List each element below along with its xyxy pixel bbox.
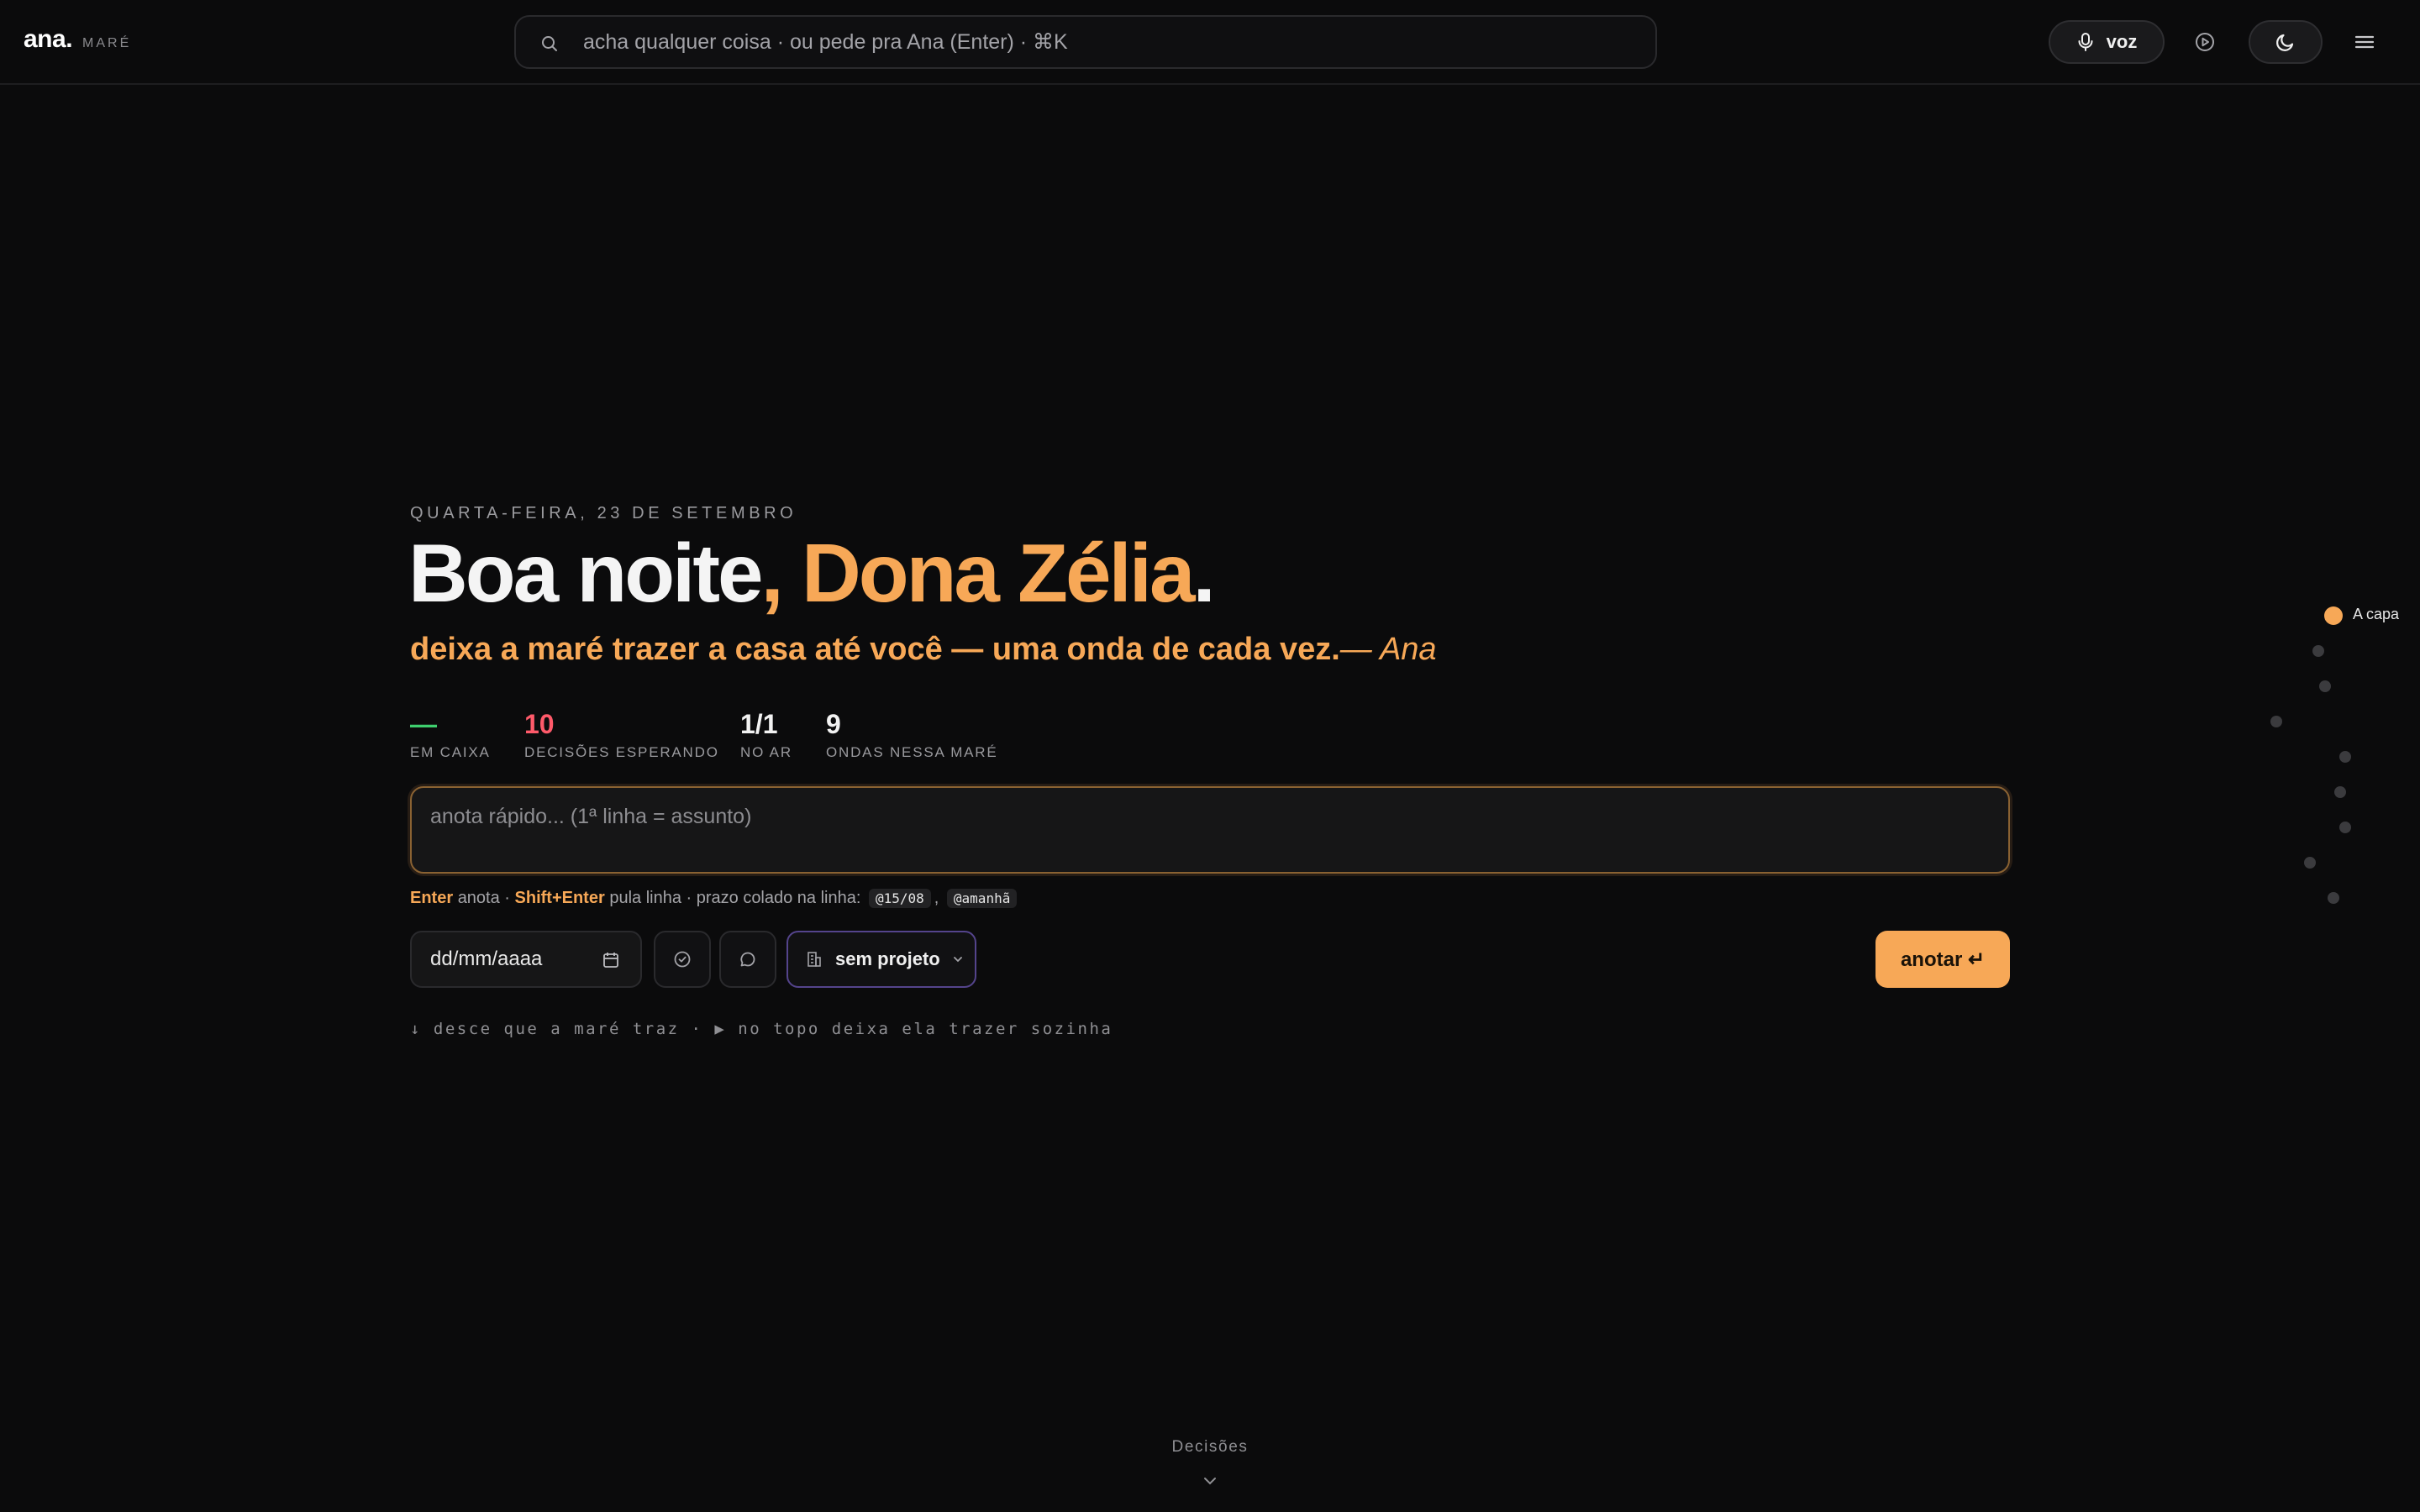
stat-value: —: [410, 709, 437, 739]
keyboard-hint: Enter anota · Shift+Enter pula linha · p…: [410, 889, 1020, 908]
rail-dot[interactable]: [2339, 822, 2351, 833]
app-subtitle: MARÉ: [82, 36, 132, 50]
rail-dot[interactable]: [2319, 680, 2331, 692]
microphone-icon: [2078, 33, 2093, 51]
stat-label: NO AR: [740, 744, 792, 760]
user-name: Dona Zélia: [801, 527, 1196, 619]
top-bar: ana. MARÉ voz: [0, 0, 2420, 85]
rail-active-label[interactable]: A capa: [2353, 606, 2399, 623]
rail-dot-active[interactable]: [2324, 606, 2343, 625]
search-input[interactable]: [583, 17, 1642, 67]
hint-separator: ,: [934, 889, 939, 907]
app-logo: ana.: [24, 25, 73, 53]
greeting-period: .: [1192, 527, 1216, 619]
stat-em-caixa[interactable]: — EM CAIXA: [410, 707, 491, 761]
stat-value: 9: [826, 709, 841, 739]
stat-value: 10: [524, 709, 555, 739]
stat-no-ar[interactable]: 1/1 NO AR: [740, 707, 792, 761]
search-icon: [542, 36, 557, 51]
task-toggle-button[interactable]: [654, 931, 711, 988]
tagline-signature: — Ana: [1339, 632, 1437, 667]
chat-bubble-icon: [740, 952, 755, 967]
chevron-down-icon[interactable]: [1200, 1473, 1220, 1490]
chevron-down-icon: [953, 957, 962, 963]
rail-dot[interactable]: [2270, 716, 2282, 727]
voice-button[interactable]: voz: [2049, 20, 2165, 64]
stat-value: 1/1: [740, 709, 778, 739]
rail-dot[interactable]: [2339, 751, 2351, 763]
due-date-field[interactable]: [410, 931, 642, 988]
check-circle-icon: [674, 951, 691, 968]
brand[interactable]: ana. MARÉ: [24, 25, 131, 54]
rail-dot[interactable]: [2334, 786, 2346, 798]
project-select[interactable]: sem projeto: [786, 931, 976, 988]
next-section-label[interactable]: Decisões: [1126, 1438, 1294, 1457]
calendar-icon[interactable]: [602, 951, 620, 969]
hint-date-code: @15/08: [868, 889, 931, 908]
autoplay-button[interactable]: [2191, 29, 2218, 55]
hint-enter-text: anota ·: [457, 889, 510, 907]
tagline: deixa a maré trazer a casa até você — um…: [410, 632, 1437, 668]
building-icon: [808, 952, 821, 967]
greeting-heading: Boa noite, Dona Zélia.: [408, 522, 1216, 623]
hint-shift-key: Shift+Enter: [514, 889, 605, 907]
voice-button-label: voz: [2106, 31, 2138, 52]
menu-icon: [2354, 35, 2375, 49]
rail-dot[interactable]: [2304, 857, 2316, 869]
greeting-text: Boa noite: [408, 527, 763, 619]
stat-label: ONDAS NESSA MARÉ: [826, 744, 998, 760]
project-select-value: sem projeto: [835, 948, 940, 969]
current-date: QUARTA-FEIRA, 23 DE SETEMBRO: [410, 504, 797, 522]
stat-label: EM CAIXA: [410, 744, 491, 760]
scroll-hint: ↓ desce que a maré traz · ▶ no topo deix…: [410, 1020, 1113, 1038]
greeting-comma: ,: [760, 527, 783, 619]
rail-dot[interactable]: [2328, 892, 2339, 904]
decision-toggle-button[interactable]: [719, 931, 776, 988]
submit-note-button[interactable]: anotar ↵: [1876, 931, 2010, 988]
tagline-text: deixa a maré trazer a casa até você — um…: [410, 632, 1340, 667]
menu-button[interactable]: [2351, 29, 2378, 55]
rail-dot[interactable]: [2312, 645, 2324, 657]
stat-ondas[interactable]: 9 ONDAS NESSA MARÉ: [826, 707, 998, 761]
theme-toggle[interactable]: [2249, 20, 2323, 64]
hint-enter-key: Enter: [410, 889, 454, 907]
play-circle-icon: [2196, 33, 2214, 51]
moon-icon: [2276, 34, 2294, 51]
stat-decisoes[interactable]: 10 DECISÕES ESPERANDO: [524, 707, 719, 761]
search-bar[interactable]: [514, 15, 1657, 69]
hint-tomorrow-code: @amanhã: [946, 889, 1018, 908]
hint-shift-text: pula linha · prazo colado na linha:: [609, 889, 861, 907]
quick-note-box: [410, 786, 2010, 874]
stat-label: DECISÕES ESPERANDO: [524, 744, 719, 760]
quick-note-input[interactable]: [412, 788, 2008, 872]
